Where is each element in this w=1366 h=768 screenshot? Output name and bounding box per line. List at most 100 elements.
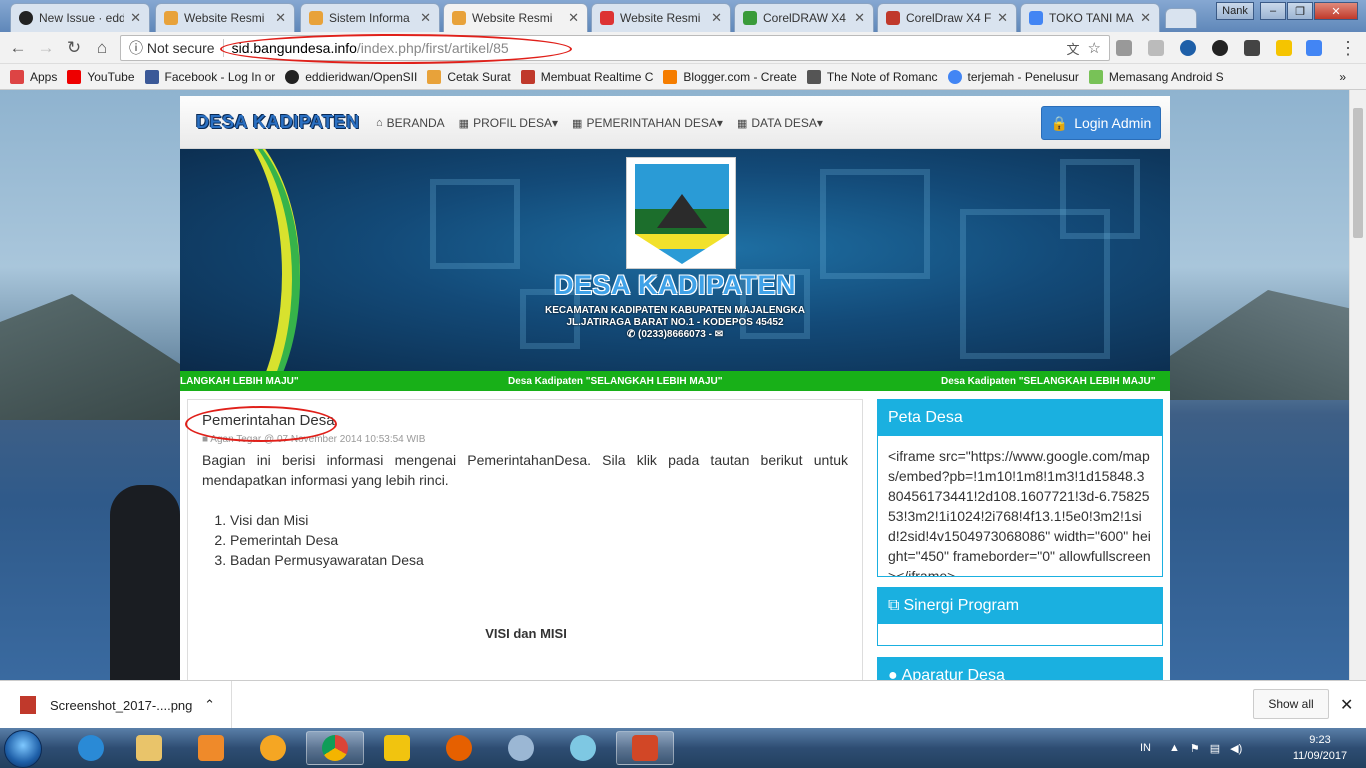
download-shelf: Screenshot_2017-....png ⌃ Show all ✕ (0, 680, 1366, 729)
menu-pemerintahan-desa[interactable]: ▦ PEMERINTAHAN DESA ▾ (572, 116, 723, 130)
close-icon[interactable]: ✕ (1340, 695, 1353, 715)
close-icon[interactable]: ✕ (997, 10, 1008, 26)
site-menu: ⌂ BERANDA ▦ PROFIL DESA ▾ ▦ PEMERINTAHAN DES… (376, 116, 837, 130)
forward-arrow-icon[interactable]: → (36, 38, 56, 58)
taskbar-chrome[interactable] (306, 731, 364, 765)
sid-icon (309, 11, 323, 25)
close-icon[interactable]: ✕ (420, 10, 431, 26)
bookmark-item[interactable]: The Note of Romanc (806, 69, 938, 84)
close-window-button[interactable]: ✕ (1314, 2, 1358, 20)
taskbar-app[interactable] (492, 731, 550, 765)
tab-strip: New Issue · edd ✕ Website Resmi ✕ Sistem… (0, 0, 1366, 32)
xampp-icon (427, 69, 442, 84)
info-icon[interactable]: ⓘ Not secure (129, 38, 215, 58)
back-arrow-icon[interactable]: ← (8, 38, 28, 58)
scrollbar-thumb[interactable] (1353, 108, 1363, 238)
extension-icon[interactable] (1148, 40, 1164, 56)
download-item[interactable]: Screenshot_2017-....png ⌃ (0, 681, 232, 729)
user-icon: ● (888, 667, 898, 680)
star-icon[interactable]: ☆ (1088, 39, 1101, 57)
bookmark-apps[interactable]: Apps (10, 69, 57, 84)
site-brand[interactable]: DESA KADIPATEN (196, 112, 360, 133)
taskbar-media[interactable] (182, 731, 240, 765)
taskbar-powerpoint[interactable] (616, 731, 674, 765)
shield-favicon-icon (600, 11, 614, 25)
article-link[interactable]: Badan Permusyawaratan Desa (230, 550, 424, 570)
browser-tab[interactable]: TOKO TANI MA ✕ (1020, 3, 1160, 32)
article-link[interactable]: Visi dan Misi (230, 510, 424, 530)
network-icon[interactable]: ▤ (1210, 742, 1220, 755)
extension-icon[interactable] (1180, 40, 1196, 56)
show-all-downloads-button[interactable]: Show all (1253, 689, 1329, 719)
maximize-button[interactable]: ❐ (1287, 2, 1313, 20)
bookmark-item[interactable]: Blogger.com - Create (663, 69, 797, 84)
browser-tab[interactable]: Website Resmi ✕ (591, 3, 731, 32)
browser-tab[interactable]: Website Resmi ✕ (155, 3, 295, 32)
home-icon[interactable]: ⌂ (92, 38, 112, 58)
taskbar-paint[interactable] (554, 731, 612, 765)
cube-icon (520, 69, 535, 84)
reload-icon[interactable]: ↻ (64, 38, 84, 58)
article-link[interactable]: Pemerintah Desa (230, 530, 424, 550)
menu-beranda[interactable]: ⌂ BERANDA (376, 116, 445, 130)
bookmark-item[interactable]: Facebook - Log In or (144, 69, 275, 84)
bookmark-item[interactable]: Cetak Surat (427, 69, 511, 84)
extension-icon[interactable] (1276, 40, 1292, 56)
browser-tab-active[interactable]: Website Resmi ✕ (443, 3, 588, 32)
bookmark-item[interactable]: YouTube (67, 69, 135, 84)
taskbar-explorer[interactable] (120, 731, 178, 765)
browser-tab[interactable]: CorelDRAW X4 ✕ (734, 3, 874, 32)
clock[interactable]: 9:23 11/09/2017 (1290, 732, 1350, 764)
extension-icon[interactable] (1212, 40, 1228, 56)
new-tab-button[interactable] (1165, 8, 1197, 28)
chevron-up-icon[interactable]: ⌃ (204, 697, 215, 713)
panel-heading: ⧉ Sinergi Program (878, 588, 1162, 624)
menu-profil-desa[interactable]: ▦ PROFIL DESA ▾ (459, 116, 558, 130)
bookmark-item[interactable]: terjemah - Penelusur (947, 69, 1079, 84)
bookmark-item[interactable]: Memasang Android S (1088, 69, 1224, 84)
site-banner: DESA KADIPATEN KECAMATAN KADIPATEN KABUP… (180, 149, 1170, 371)
close-icon[interactable]: ✕ (711, 10, 722, 26)
close-icon[interactable]: ✕ (1140, 10, 1151, 26)
bookmark-item[interactable]: Membuat Realtime C (520, 69, 653, 84)
article-subheading: VISI dan MISI (485, 626, 567, 641)
translate-icon[interactable]: 文 (1067, 39, 1080, 58)
banner-title: DESA KADIPATEN (553, 270, 796, 300)
extension-icon[interactable] (1306, 40, 1322, 56)
home-icon: ⌂ (376, 117, 383, 129)
taskbar-app[interactable] (368, 731, 426, 765)
close-icon[interactable]: ✕ (568, 10, 579, 26)
browser-tab[interactable]: Sistem Informa ✕ (300, 3, 440, 32)
news-ticker: LANGKAH LEBIH MAJU" Desa Kadipaten "SELA… (180, 371, 1170, 391)
page-scrollbar[interactable] (1349, 90, 1366, 680)
minimize-button[interactable]: ‒ (1260, 2, 1286, 20)
extension-icon[interactable] (1244, 40, 1260, 56)
media-player-icon (198, 735, 224, 761)
menu-data-desa[interactable]: ▦ DATA DESA ▾ (737, 116, 823, 130)
close-icon[interactable]: ✕ (854, 10, 865, 26)
close-icon[interactable]: ✕ (130, 10, 141, 26)
flag-icon[interactable]: ⚑ (1190, 742, 1200, 755)
taskbar-app[interactable] (244, 731, 302, 765)
bookmarks-bar: Apps YouTube Facebook - Log In or eddier… (0, 64, 1366, 90)
start-button[interactable] (4, 730, 42, 768)
user-profile-button[interactable]: Nank (1216, 2, 1254, 20)
login-admin-button[interactable]: 🔒 Login Admin (1041, 106, 1161, 140)
menu-kebab-icon[interactable]: ⋮ (1338, 38, 1358, 58)
bookmarks-overflow-button[interactable]: » (1339, 70, 1346, 84)
apps-grid-icon (10, 69, 24, 84)
firefox-icon (446, 735, 472, 761)
windows-taskbar: IN ▲ ⚑ ▤ ◀) 9:23 11/09/2017 (0, 728, 1366, 768)
close-icon[interactable]: ✕ (275, 10, 286, 26)
language-indicator[interactable]: IN (1140, 742, 1151, 754)
bookmark-item[interactable]: eddieridwan/OpenSII (285, 69, 417, 84)
taskbar-firefox[interactable] (430, 731, 488, 765)
volume-icon[interactable]: ◀) (1230, 742, 1242, 755)
browser-tab[interactable]: New Issue · edd ✕ (10, 3, 150, 32)
panel-heading: ● Aparatur Desa (878, 658, 1162, 680)
banner-address: JL.JATIRAGA BARAT NO.1 - KODEPOS 45452 (566, 317, 784, 328)
taskbar-ie[interactable] (62, 731, 120, 765)
show-hidden-icons-icon[interactable]: ▲ (1169, 742, 1180, 754)
extension-icon[interactable] (1116, 40, 1132, 56)
browser-tab[interactable]: CorelDraw X4 F ✕ (877, 3, 1017, 32)
